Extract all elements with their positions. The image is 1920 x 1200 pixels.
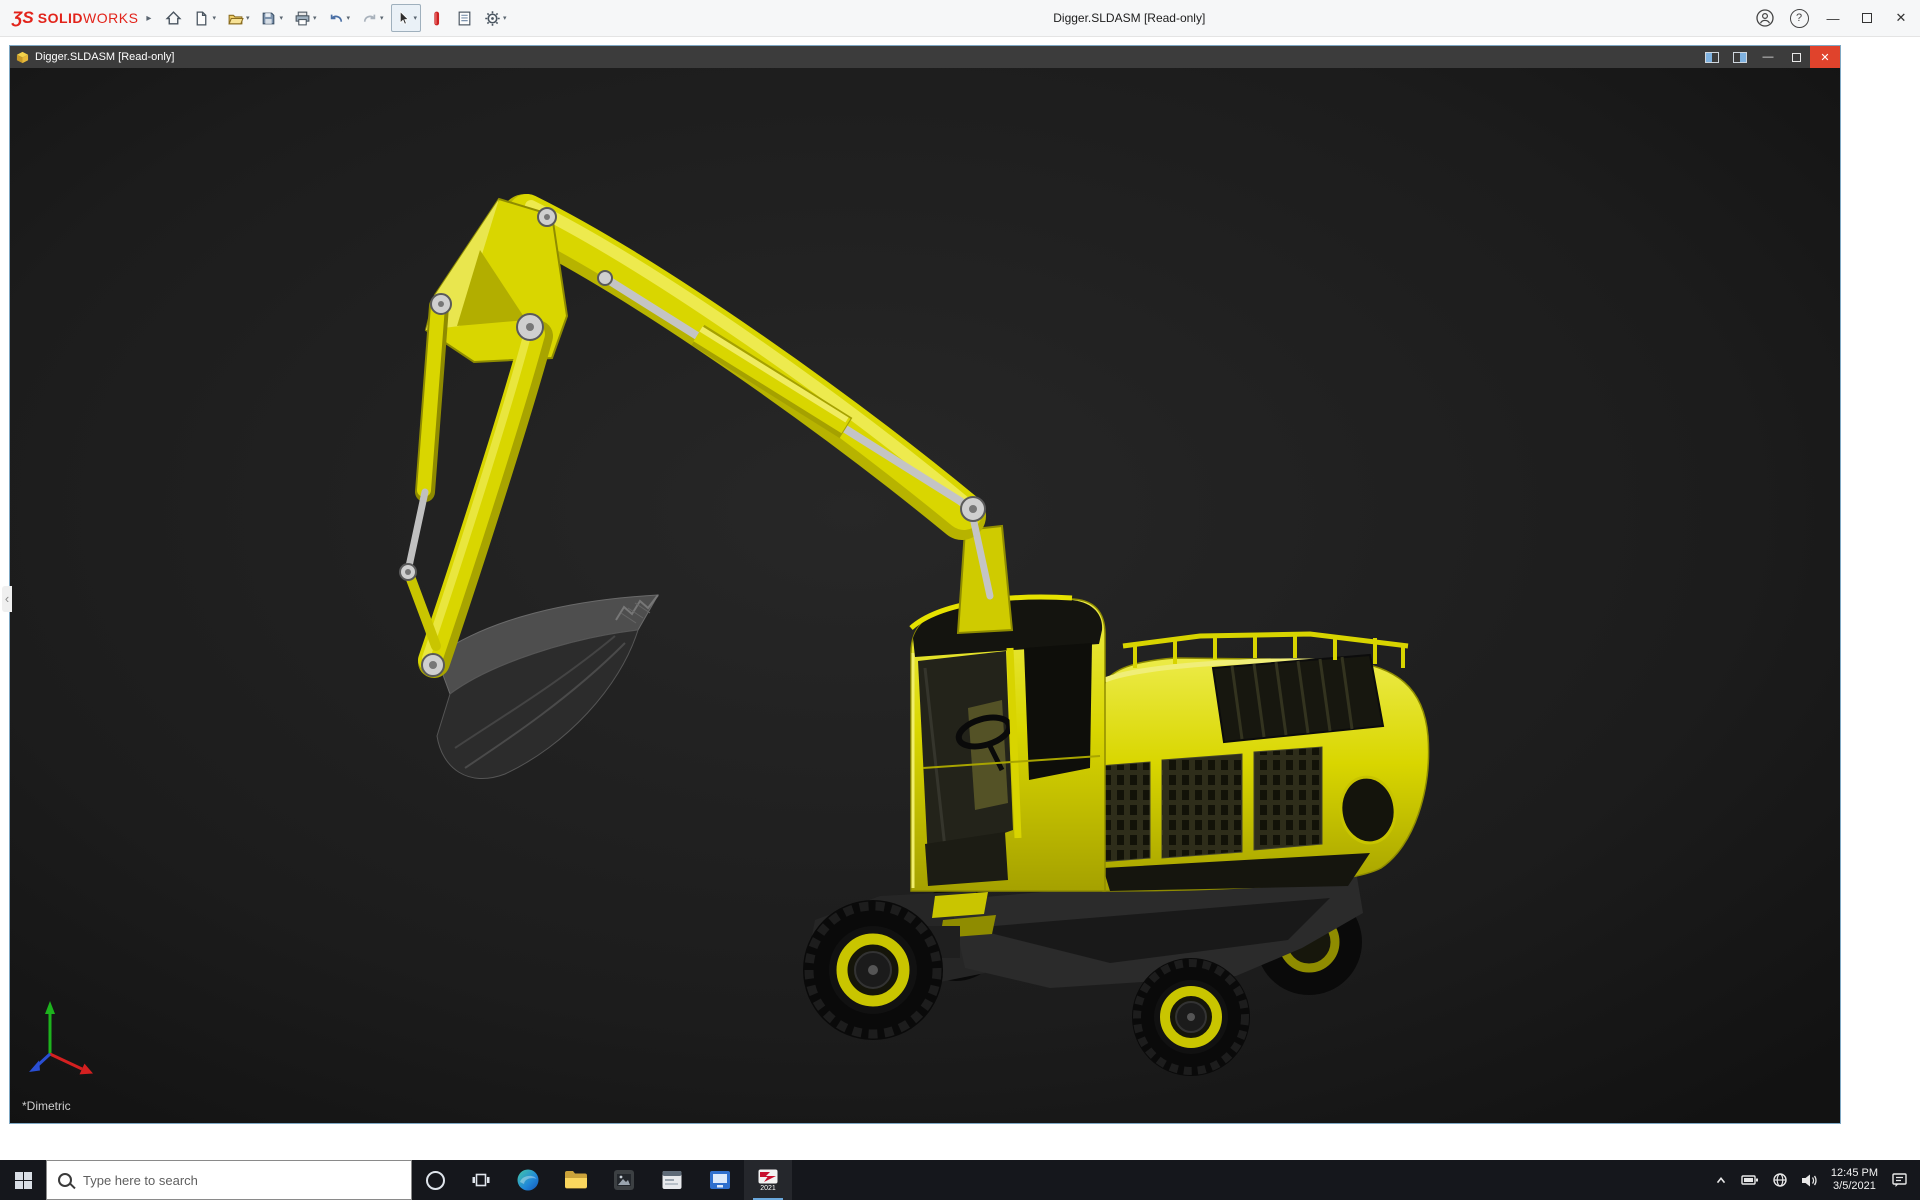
assembly-document-icon xyxy=(16,51,29,64)
taskbar-app-monitor[interactable] xyxy=(696,1160,744,1200)
graphics-viewport[interactable]: *Dimetric xyxy=(10,68,1840,1123)
close-button[interactable]: ✕ xyxy=(1884,0,1918,36)
split-pane-icon xyxy=(1705,52,1719,63)
maximize-button[interactable] xyxy=(1850,0,1884,36)
dassault-mark: ƷS xyxy=(12,8,34,28)
taskbar-app-solidworks[interactable]: 2021 xyxy=(744,1160,792,1200)
tray-date: 3/5/2021 xyxy=(1833,1180,1876,1193)
undo-icon xyxy=(328,10,345,27)
document-titlebar[interactable]: Digger.SLDASM [Read-only] — ✕ xyxy=(10,46,1840,68)
view-orientation-label: *Dimetric xyxy=(22,1099,71,1113)
excavator-3d-model[interactable] xyxy=(10,68,1840,1123)
featuremanager-collapse-tab[interactable]: ‹ xyxy=(2,586,12,612)
save-button[interactable]: ▾ xyxy=(256,4,287,32)
cab xyxy=(911,597,1105,891)
options-button[interactable]: ▾ xyxy=(480,4,511,32)
solidworks-logo: ƷS SOLIDWORKS xyxy=(12,8,138,28)
main-titlebar: ƷS SOLIDWORKS ▸ ▾ ▾ ▾ ▾ xyxy=(0,0,1920,37)
file-properties-icon xyxy=(456,10,473,27)
print-icon xyxy=(294,10,311,27)
toolbar-flyout-chevron-icon[interactable]: ▸ xyxy=(146,13,151,24)
taskbar-app-file-explorer[interactable] xyxy=(552,1160,600,1200)
open-folder-icon xyxy=(227,10,244,27)
tray-expand-chevron-icon[interactable] xyxy=(1714,1174,1728,1186)
gear-icon xyxy=(484,10,501,27)
search-input[interactable] xyxy=(81,1172,400,1189)
taskbar-app-window[interactable] xyxy=(648,1160,696,1200)
network-globe-icon[interactable] xyxy=(1772,1172,1788,1188)
rebuild-button[interactable] xyxy=(424,4,449,32)
windows-logo-icon xyxy=(15,1172,32,1189)
select-cursor-icon xyxy=(395,10,412,27)
app-window-icon xyxy=(661,1169,683,1191)
wheel-front xyxy=(803,900,943,1040)
monitor-app-icon xyxy=(709,1169,731,1191)
file-properties-button[interactable] xyxy=(452,4,477,32)
window-title: Digger.SLDASM [Read-only] xyxy=(511,11,1748,25)
redo-button[interactable]: ▾ xyxy=(357,4,388,32)
document-window-controls: — ✕ xyxy=(1698,46,1840,68)
document-window: Digger.SLDASM [Read-only] — ✕ xyxy=(9,45,1841,1124)
select-button[interactable]: ▾ xyxy=(391,4,422,32)
print-button[interactable]: ▾ xyxy=(290,4,321,32)
minimize-button[interactable]: — xyxy=(1816,0,1850,36)
document-title: Digger.SLDASM [Read-only] xyxy=(35,51,174,63)
taskbar-search[interactable] xyxy=(46,1160,412,1200)
volume-icon[interactable] xyxy=(1801,1173,1818,1188)
pane-icon xyxy=(1733,52,1747,63)
solidworks-version-badge: 2021 xyxy=(760,1185,776,1192)
open-button[interactable]: ▾ xyxy=(223,4,254,32)
taskbar-clock[interactable]: 12:45 PM 3/5/2021 xyxy=(1831,1167,1878,1193)
file-explorer-icon xyxy=(564,1169,588,1191)
home-icon xyxy=(165,10,182,27)
tray-time: 12:45 PM xyxy=(1831,1167,1878,1180)
main-window-controls: ? — ✕ xyxy=(1748,0,1918,36)
document-restore-button[interactable] xyxy=(1782,46,1810,68)
wheel-rear xyxy=(1132,958,1250,1076)
start-button[interactable] xyxy=(0,1160,46,1200)
photos-icon xyxy=(613,1169,635,1191)
task-view-button[interactable] xyxy=(458,1160,504,1200)
battery-icon[interactable] xyxy=(1741,1173,1759,1187)
undo-button[interactable]: ▾ xyxy=(324,4,355,32)
cortana-icon xyxy=(426,1171,445,1190)
display-pane-button[interactable] xyxy=(1698,46,1726,68)
rebuild-icon xyxy=(428,10,445,27)
document-close-button[interactable]: ✕ xyxy=(1810,46,1840,68)
home-button[interactable] xyxy=(161,4,186,32)
taskbar-app-edge[interactable] xyxy=(504,1160,552,1200)
save-icon xyxy=(260,10,277,27)
restore-icon xyxy=(1792,53,1801,62)
pane-toggle-button[interactable] xyxy=(1726,46,1754,68)
system-tray: 12:45 PM 3/5/2021 xyxy=(1714,1160,1920,1200)
quick-access-toolbar: ▾ ▾ ▾ ▾ ▾ ▾ ▾ xyxy=(161,4,510,32)
windows-taskbar: 2021 12:45 PM 3/5/2021 xyxy=(0,1160,1920,1200)
new-document-button[interactable]: ▾ xyxy=(189,4,220,32)
user-icon xyxy=(1756,9,1774,27)
upper-body xyxy=(1073,634,1429,891)
task-view-icon xyxy=(472,1172,490,1188)
account-button[interactable] xyxy=(1748,0,1782,36)
screen: ƷS SOLIDWORKS ▸ ▾ ▾ ▾ ▾ xyxy=(0,0,1920,1200)
new-document-icon xyxy=(193,10,210,27)
restore-icon xyxy=(1862,13,1872,23)
action-center-icon[interactable] xyxy=(1891,1172,1908,1188)
edge-browser-icon xyxy=(516,1168,540,1192)
taskbar-app-photos[interactable] xyxy=(600,1160,648,1200)
search-icon xyxy=(58,1173,72,1187)
redo-icon xyxy=(361,10,378,27)
document-minimize-button[interactable]: — xyxy=(1754,46,1782,68)
help-button[interactable]: ? xyxy=(1782,0,1816,36)
solidworks-app-icon xyxy=(758,1169,778,1184)
cortana-button[interactable] xyxy=(412,1160,458,1200)
